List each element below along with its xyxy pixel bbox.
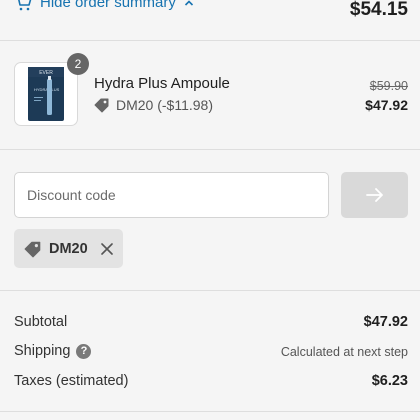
quantity-badge: 2 bbox=[67, 53, 89, 75]
arrow-right-icon bbox=[365, 188, 383, 202]
chevron-up-icon bbox=[184, 0, 193, 6]
tag-icon bbox=[94, 98, 109, 113]
order-summary-toggle-label: Hide order summary bbox=[40, 0, 176, 11]
original-price: $59.90 bbox=[369, 79, 408, 93]
taxes-label: Taxes (estimated) bbox=[14, 373, 129, 389]
shipping-row: Shipping? bbox=[14, 343, 92, 359]
order-total: $54.15 bbox=[349, 0, 408, 20]
tag-icon bbox=[24, 241, 41, 257]
shipping-value: Calculated at next step bbox=[280, 345, 408, 359]
discount-code-input[interactable] bbox=[14, 172, 329, 218]
applied-discount-code: DM20 bbox=[49, 240, 88, 257]
taxes-value: $6.23 bbox=[371, 373, 408, 389]
subtotal-label: Subtotal bbox=[14, 314, 68, 330]
close-icon[interactable] bbox=[100, 242, 113, 255]
divider bbox=[0, 149, 420, 150]
cart-icon bbox=[18, 0, 32, 10]
order-summary-toggle[interactable]: Hide order summary bbox=[14, 0, 194, 11]
product-thumbnail: EVER HYDRA PLUS bbox=[14, 62, 78, 126]
divider bbox=[0, 40, 420, 41]
shipping-label: Shipping bbox=[14, 343, 71, 359]
product-discount-label: DM20 (-$11.98) bbox=[116, 97, 214, 113]
divider bbox=[0, 411, 420, 412]
subtotal-value: $47.92 bbox=[363, 314, 408, 330]
apply-discount-button[interactable] bbox=[341, 172, 408, 218]
applied-discount-tag: DM20 bbox=[14, 229, 123, 268]
product-image-label: HYDRA PLUS bbox=[34, 87, 60, 92]
product-discount: DM20 (-$11.98) bbox=[94, 97, 213, 113]
product-image: EVER HYDRA PLUS bbox=[28, 67, 64, 121]
product-image-brand: EVER bbox=[39, 70, 53, 76]
product-price: $47.92 bbox=[365, 97, 408, 113]
product-name: Hydra Plus Ampoule bbox=[94, 75, 230, 92]
help-icon[interactable]: ? bbox=[76, 343, 92, 359]
divider bbox=[0, 290, 420, 291]
